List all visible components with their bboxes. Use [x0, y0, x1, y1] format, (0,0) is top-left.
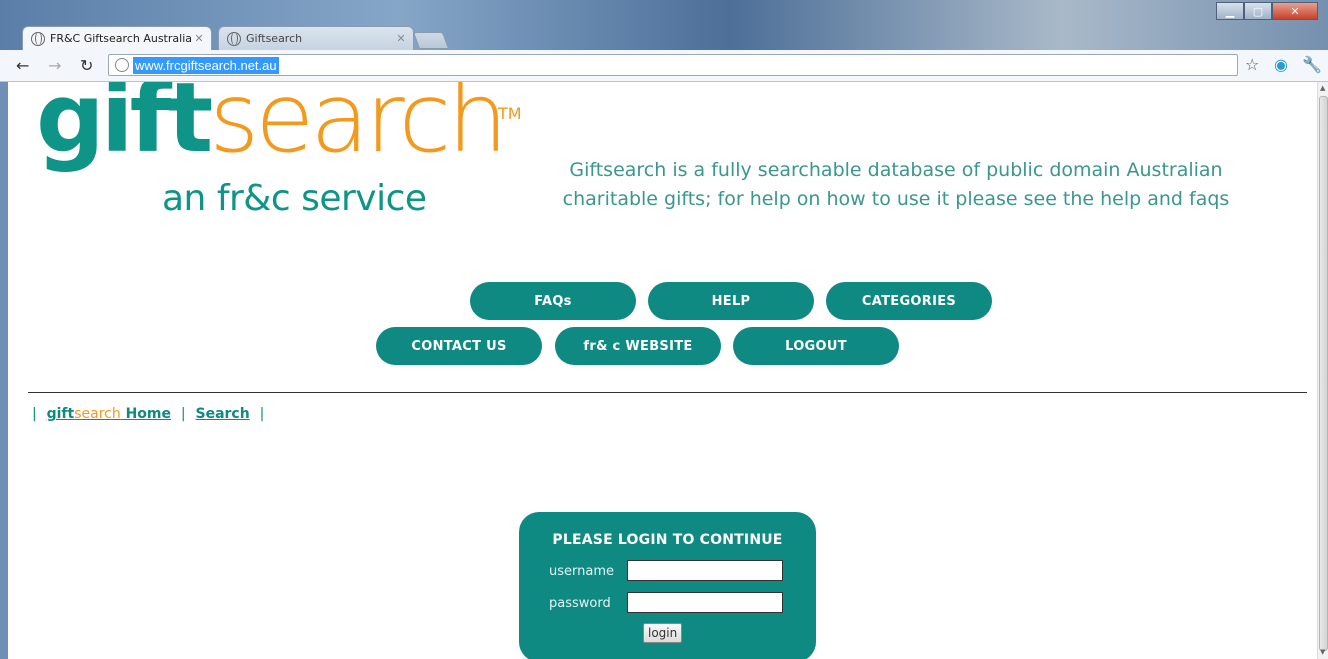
page-icon [115, 58, 129, 72]
minimize-button[interactable]: ▁ [1216, 2, 1244, 20]
new-tab-button[interactable] [412, 32, 450, 49]
browser-toolbar: ← → ↻ www.frcgiftsearch.net.au ☆ ◉ 🔧 [0, 50, 1328, 82]
breadcrumb-home-link[interactable]: giftsearch Home [47, 406, 171, 422]
logo-subtitle: an fr&c service [162, 178, 427, 219]
maximize-button[interactable]: ▢ [1244, 2, 1272, 20]
username-label: username [549, 564, 614, 579]
logout-button[interactable]: LOGOUT [733, 327, 899, 365]
login-button[interactable]: login [643, 623, 683, 643]
scroll-up-icon[interactable]: ▲ [1320, 84, 1325, 92]
divider [28, 392, 1307, 393]
tab-frc-giftsearch[interactable]: FR&C Giftsearch Australian ✕ [22, 26, 212, 50]
help-button[interactable]: HELP [648, 282, 814, 320]
tab-title: FR&C Giftsearch Australian [50, 32, 191, 45]
address-bar[interactable]: www.frcgiftsearch.net.au [108, 54, 1238, 76]
tab-giftsearch[interactable]: Giftsearch ✕ [218, 26, 414, 50]
password-label: password [549, 596, 611, 611]
username-input[interactable] [627, 560, 783, 581]
logo-search: search [209, 82, 508, 174]
vertical-scrollbar[interactable]: ▲ ▼ [1317, 82, 1328, 659]
frc-website-button[interactable]: fr& c WEBSITE [555, 327, 721, 365]
faqs-button[interactable]: FAQs [470, 282, 636, 320]
back-arrow-icon[interactable]: ← [16, 56, 29, 75]
scrollbar-thumb[interactable] [1319, 96, 1328, 651]
tab-title: Giftsearch [246, 32, 303, 45]
window-controls: ▁ ▢ ✕ [1216, 2, 1318, 20]
close-tab-icon[interactable]: ✕ [191, 32, 207, 45]
login-box: PLEASE LOGIN TO CONTINUE username passwo… [519, 512, 816, 659]
globe-icon [227, 31, 241, 46]
close-tab-icon[interactable]: ✕ [393, 32, 409, 45]
breadcrumb: | giftsearch Home | Search | [32, 406, 265, 422]
address-url[interactable]: www.frcgiftsearch.net.au [133, 57, 279, 74]
reload-icon[interactable]: ↻ [80, 56, 93, 75]
logo-tm: TM [498, 104, 522, 123]
login-heading: PLEASE LOGIN TO CONTINUE [552, 532, 783, 548]
contact-us-button[interactable]: CONTACT US [376, 327, 542, 365]
globe-icon [31, 31, 45, 46]
logo-gift: gift [36, 82, 213, 174]
forward-arrow-icon[interactable]: → [48, 56, 61, 75]
categories-button[interactable]: CATEGORIES [826, 282, 992, 320]
intro-text: Giftsearch is a fully searchable databas… [562, 159, 1230, 210]
window-titlebar: FR&C Giftsearch Australian ✕ Giftsearch … [0, 0, 1328, 50]
scroll-down-icon[interactable]: ▼ [1320, 648, 1325, 656]
breadcrumb-search-link[interactable]: Search [195, 406, 249, 422]
page-viewport: giftsearch TM an fr&c service Giftsearch… [8, 82, 1317, 659]
wrench-icon[interactable]: 🔧 [1302, 55, 1322, 74]
giftsearch-logo: giftsearch TM an fr&c service [36, 82, 522, 230]
extension-icon[interactable]: ◉ [1274, 55, 1288, 74]
star-icon[interactable]: ☆ [1245, 55, 1259, 74]
logo-wordmark: giftsearch [36, 82, 508, 166]
password-input[interactable] [627, 592, 783, 613]
window-close-button[interactable]: ✕ [1272, 2, 1318, 20]
